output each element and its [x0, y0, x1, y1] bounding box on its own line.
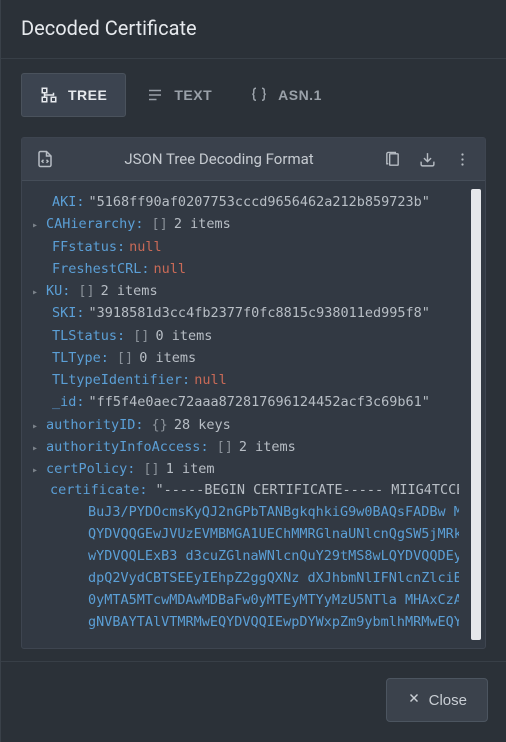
modal-title: Decoded Certificate — [21, 16, 486, 40]
tab-tree-label: TREE — [68, 87, 107, 103]
close-button[interactable]: Close — [386, 678, 488, 722]
panel-title: JSON Tree Decoding Format — [66, 150, 372, 168]
cert-line: BuJ3/PYDOcmsKyQJ2nGPbTANBgkqhkiG9w0BAQsF… — [50, 502, 459, 524]
close-label: Close — [429, 692, 467, 709]
expand-icon[interactable]: ▸ — [32, 218, 44, 235]
json-row-authorityinfoaccess[interactable]: ▸ authorityInfoAccess [] 2 items — [32, 436, 479, 458]
json-row-certpolicy[interactable]: ▸ certPolicy [] 1 item — [32, 458, 479, 480]
file-code-icon[interactable] — [34, 148, 56, 170]
tab-asn1[interactable]: ASN.1 — [232, 73, 340, 117]
json-row-ku[interactable]: ▸ KU [] 2 items — [32, 280, 479, 302]
tab-asn1-label: ASN.1 — [278, 87, 322, 103]
modal-footer: Close — [1, 661, 506, 742]
expand-icon[interactable]: ▸ — [32, 419, 44, 436]
json-row-certificate[interactable]: certificate "-----BEGIN CERTIFICATE-----… — [32, 480, 479, 633]
cert-line: QYDVQQGEwJVUzEVMBMGA1UEChMMRGlnaUNlcnQgS… — [50, 524, 459, 546]
more-vert-icon[interactable] — [452, 149, 473, 170]
tab-text-label: TEXT — [174, 87, 212, 103]
tab-text[interactable]: TEXT — [128, 73, 230, 117]
json-row-aki[interactable]: ▸ AKI "5168ff90af0207753cccd9656462a212b… — [32, 191, 479, 213]
json-row-tltypeidentifier[interactable]: ▸ TLtypeIdentifier null — [32, 369, 479, 391]
json-row-authorityid[interactable]: ▸ authorityID {} 28 keys — [32, 414, 479, 436]
json-row-ski[interactable]: ▸ SKI "3918581d3cc4fb2377f0fc8815c938011… — [32, 302, 479, 324]
json-row-ffstatus[interactable]: ▸ FFstatus null — [32, 236, 479, 258]
cert-line: gNVBAYTAlVTMRMwEQYDVQQIEwpDYWxpZm9ybmlhM… — [50, 612, 459, 634]
close-icon — [407, 691, 421, 709]
clipboard-icon[interactable] — [382, 149, 403, 170]
tab-bar: TREE TEXT ASN.1 — [1, 59, 506, 117]
tree-icon — [40, 86, 58, 104]
cert-line: wYDVQQLExB3 d3cuZGlnaWNlcnQuY29tMS8wLQYD… — [50, 546, 459, 568]
expand-icon[interactable]: ▸ — [32, 463, 44, 480]
braces-icon — [250, 86, 268, 104]
scrollbar[interactable] — [471, 189, 481, 640]
json-row-cahierarchy[interactable]: ▸ CAHierarchy [] 2 items — [32, 213, 479, 235]
json-row-tltype[interactable]: ▸ TLType [] 0 items — [32, 347, 479, 369]
tab-tree[interactable]: TREE — [21, 73, 126, 117]
expand-icon[interactable]: ▸ — [32, 285, 44, 302]
modal-header: Decoded Certificate — [1, 0, 506, 59]
json-row-freshestcrl[interactable]: ▸ FreshestCRL null — [32, 258, 479, 280]
json-row-tlstatus[interactable]: ▸ TLStatus [] 0 items — [32, 325, 479, 347]
cert-line: dpQ2VydCBTSEEyIEhpZ2ggQXNz dXJhbmNlIFNlc… — [50, 568, 459, 590]
panel-header: JSON Tree Decoding Format — [22, 138, 485, 181]
json-row-id[interactable]: ▸ _id "ff5f4e0aec72aaa872817696124452acf… — [32, 391, 479, 413]
decoded-certificate-modal: Decoded Certificate TREE TEXT ASN.1 — [0, 0, 506, 742]
json-tree-body: ▸ AKI "5168ff90af0207753cccd9656462a212b… — [22, 181, 485, 648]
json-panel: JSON Tree Decoding Format ▸ AKI "5168ff9… — [21, 137, 486, 649]
expand-icon[interactable]: ▸ — [32, 441, 44, 458]
cert-line: 0yMTA5MTcwMDAwMDBaFw0yMTEyMTYyMzU5NTla M… — [50, 590, 459, 612]
text-icon — [146, 86, 164, 104]
download-icon[interactable] — [417, 149, 438, 170]
